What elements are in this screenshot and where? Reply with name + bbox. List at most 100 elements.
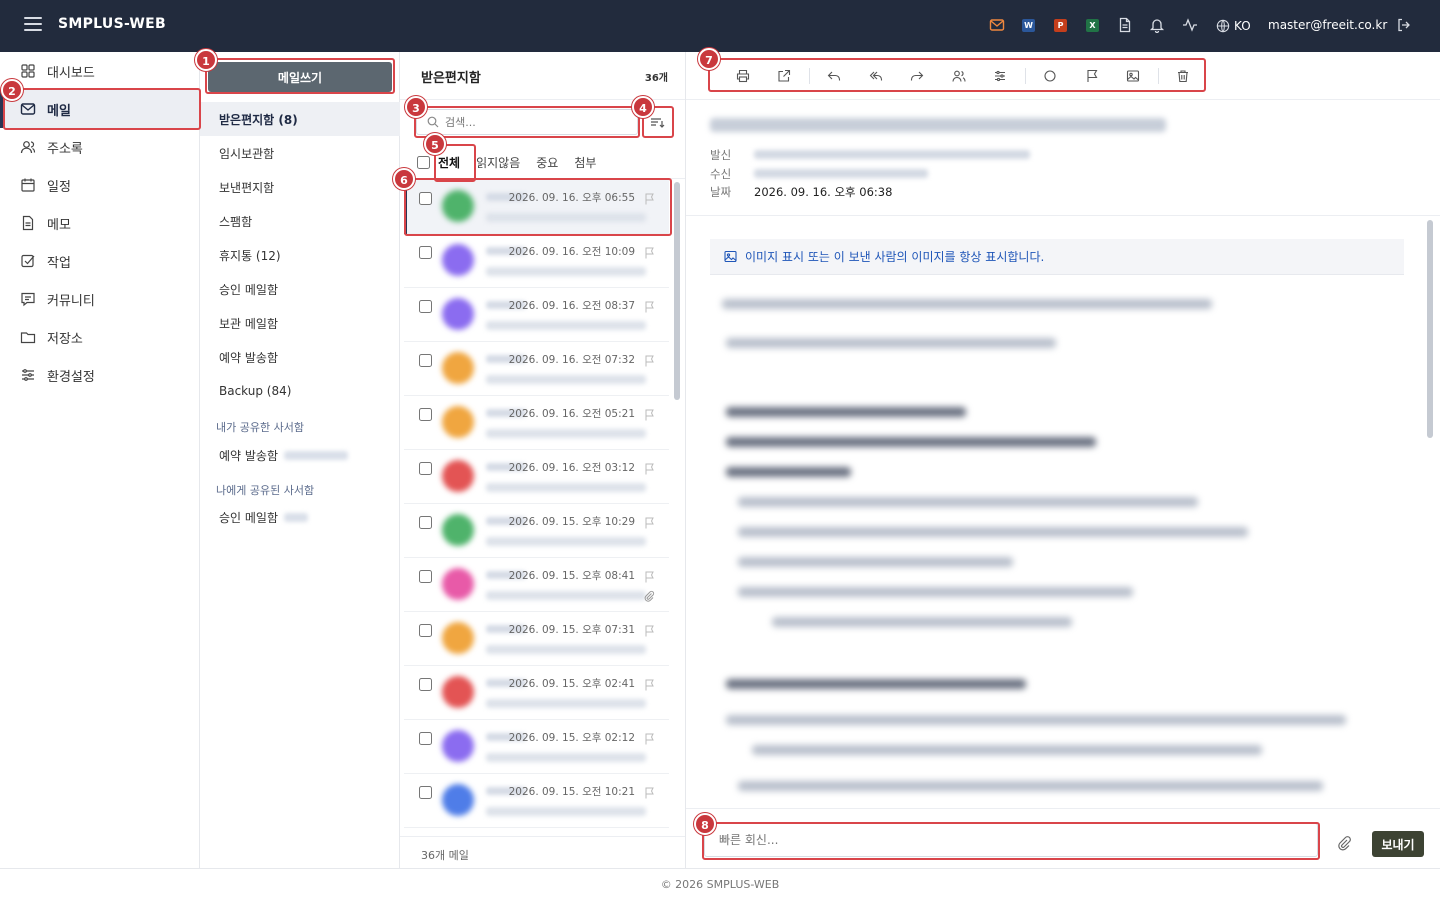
language-selector[interactable]: KO (1216, 17, 1251, 35)
search-input[interactable] (445, 115, 625, 129)
forward-icon[interactable] (896, 61, 937, 91)
flag-icon[interactable] (644, 406, 655, 421)
sidebar-item-storage[interactable]: 저장소 (0, 318, 200, 356)
tab-all[interactable]: 전체 (438, 154, 460, 171)
row-checkbox[interactable] (419, 192, 432, 205)
sidebar-item-contacts[interactable]: 주소록 (0, 128, 200, 166)
select-all-checkbox[interactable] (417, 155, 430, 169)
user-email[interactable]: master@freeit.co.kr (1268, 18, 1387, 32)
row-checkbox[interactable] (419, 786, 432, 799)
powerpoint-icon[interactable]: P (1054, 19, 1067, 32)
tab-attachment[interactable]: 첨부 (574, 154, 596, 171)
sidebar-item-calendar[interactable]: 일정 (0, 166, 200, 204)
search-icon (427, 116, 439, 128)
blurred-text-line (738, 497, 1198, 507)
blurred-text-line (726, 715, 1346, 725)
folder-scheduled[interactable]: 예약 발송함 (200, 340, 400, 374)
flag-icon[interactable] (644, 622, 655, 637)
flag-icon[interactable] (644, 190, 655, 205)
mail-icon[interactable] (989, 17, 1005, 33)
external-link-icon[interactable] (763, 61, 804, 91)
compose-button[interactable]: 메일쓰기 (208, 62, 392, 92)
row-checkbox[interactable] (419, 678, 432, 691)
message-date: 2026. 09. 15. 오후 02:41 (508, 678, 635, 690)
message-row[interactable]: 2026. 09. 16. 오전 10:09 (404, 234, 669, 288)
folder-sent[interactable]: 보낸편지함 (200, 170, 400, 204)
send-button[interactable]: 보내기 (1372, 831, 1424, 857)
activity-icon[interactable] (1182, 17, 1198, 33)
message-list-scrollbar[interactable] (674, 182, 680, 400)
row-checkbox[interactable] (419, 300, 432, 313)
sidebar-item-settings[interactable]: 환경설정 (0, 356, 200, 394)
sidebar-item-dashboard[interactable]: 대시보드 (0, 52, 200, 90)
logout-icon[interactable] (1396, 17, 1412, 33)
excel-icon[interactable]: X (1086, 19, 1099, 32)
message-row[interactable]: 2026. 09. 16. 오전 03:12 (404, 450, 669, 504)
settings-icon (22, 369, 34, 381)
row-checkbox[interactable] (419, 462, 432, 475)
message-row[interactable]: 2026. 09. 15. 오후 10:29 (404, 504, 669, 558)
document-icon[interactable] (1117, 17, 1133, 33)
blurred-text-line (738, 527, 1248, 537)
flag-icon[interactable] (644, 784, 655, 799)
row-checkbox[interactable] (419, 570, 432, 583)
flag-icon[interactable] (1071, 61, 1112, 91)
flag-icon[interactable] (644, 298, 655, 313)
message-row[interactable]: 2026. 09. 15. 오후 02:41 (404, 666, 669, 720)
folder-shared-approval[interactable]: 승인 메일함 (200, 500, 400, 534)
flag-icon[interactable] (644, 676, 655, 691)
folder-approval[interactable]: 승인 메일함 (200, 272, 400, 306)
sidebar-item-task[interactable]: 작업 (0, 242, 200, 280)
sender-avatar (442, 460, 474, 492)
row-checkbox[interactable] (419, 246, 432, 259)
folder-shared-scheduled[interactable]: 예약 발송함 (200, 438, 400, 472)
message-row[interactable]: 2026. 09. 16. 오전 05:21 (404, 396, 669, 450)
folder-drafts[interactable]: 임시보관함 (200, 136, 400, 170)
sidebar-item-memo[interactable]: 메모 (0, 204, 200, 242)
hamburger-menu-icon[interactable] (24, 17, 42, 31)
flag-icon[interactable] (644, 730, 655, 745)
bell-icon[interactable] (1149, 17, 1165, 33)
reply-all-icon[interactable] (855, 61, 896, 91)
message-row[interactable]: 2026. 09. 16. 오후 06:55 (404, 180, 669, 234)
flag-icon[interactable] (644, 352, 655, 367)
folder-trash[interactable]: 휴지통 (12) (200, 238, 400, 272)
flag-icon[interactable] (644, 568, 655, 583)
tab-unread[interactable]: 읽지않음 (476, 154, 520, 171)
show-images-link[interactable]: 이미지 표시 또는 이 보낸 사람의 이미지를 항상 표시합니다. (710, 239, 1404, 275)
people-icon[interactable] (938, 61, 979, 91)
flag-icon[interactable] (644, 514, 655, 529)
flag-icon[interactable] (644, 244, 655, 259)
flag-icon[interactable] (644, 460, 655, 475)
word-icon[interactable]: W (1022, 19, 1035, 32)
reader-scrollbar[interactable] (1427, 220, 1433, 438)
attach-icon[interactable] (1336, 835, 1352, 851)
tab-important[interactable]: 중요 (536, 154, 558, 171)
row-checkbox[interactable] (419, 408, 432, 421)
folder-spam[interactable]: 스팸함 (200, 204, 400, 238)
row-checkbox[interactable] (419, 516, 432, 529)
image-icon[interactable] (1112, 61, 1153, 91)
print-icon[interactable] (722, 61, 763, 91)
message-row[interactable]: 2026. 09. 15. 오전 10:21 (404, 774, 669, 828)
message-row[interactable]: 2026. 09. 15. 오후 02:12 (404, 720, 669, 774)
message-row[interactable]: 2026. 09. 16. 오전 08:37 (404, 288, 669, 342)
globe-icon (1216, 19, 1230, 33)
folder-archive[interactable]: 보관 메일함 (200, 306, 400, 340)
row-checkbox[interactable] (419, 354, 432, 367)
folder-backup[interactable]: Backup (84) (200, 374, 400, 408)
row-checkbox[interactable] (419, 624, 432, 637)
circle-icon[interactable] (1030, 61, 1071, 91)
sidebar-item-community[interactable]: 커뮤니티 (0, 280, 200, 318)
message-row[interactable]: 2026. 09. 15. 오후 07:31 (404, 612, 669, 666)
sidebar-item-mail[interactable]: 메일 (0, 90, 200, 128)
message-row[interactable]: 2026. 09. 15. 오후 08:41 (404, 558, 669, 612)
filter-icon[interactable] (979, 61, 1020, 91)
message-row[interactable]: 2026. 09. 16. 오전 07:32 (404, 342, 669, 396)
message-list-panel: 받은편지함 36개 전체 읽지않음 중요 첨부 2026. 09. 16. 오후… (400, 52, 686, 868)
trash-icon[interactable] (1163, 61, 1204, 91)
quick-reply-input[interactable] (704, 823, 1318, 857)
reply-icon[interactable] (814, 61, 855, 91)
row-checkbox[interactable] (419, 732, 432, 745)
folder-inbox[interactable]: 받은편지함 (8) (200, 102, 400, 136)
